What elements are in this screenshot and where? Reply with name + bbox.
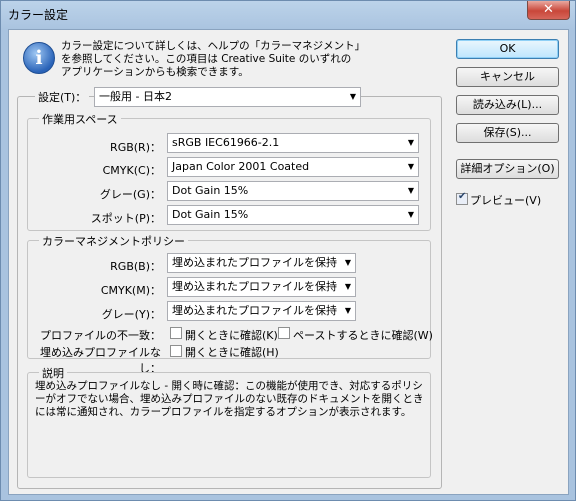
- cmyk-working-select[interactable]: Japan Color 2001 Coated ▼: [167, 157, 419, 177]
- missing-ask-open-label: 開くときに確認(H): [185, 346, 279, 359]
- close-icon: ✕: [543, 2, 554, 17]
- mismatch-ask-paste-label: ペーストするときに確認(W): [293, 329, 433, 342]
- chevron-down-icon: ▼: [344, 306, 351, 315]
- working-spaces-legend: 作業用スペース: [39, 111, 121, 127]
- settings-value: 一般用 - 日本2: [99, 90, 172, 103]
- rgb-policy-value: 埋め込まれたプロファイルを保持: [172, 256, 337, 269]
- chevron-down-icon: ▼: [407, 162, 414, 171]
- spot-working-value: Dot Gain 15%: [172, 208, 249, 221]
- chevron-down-icon: ▼: [407, 138, 414, 147]
- policies-legend: カラーマネジメントポリシー: [39, 233, 188, 249]
- ok-button[interactable]: OK: [456, 39, 559, 59]
- info-icon: i: [23, 42, 55, 74]
- cmyk-policy-select[interactable]: 埋め込まれたプロファイルを保持 ▼: [167, 277, 356, 297]
- load-button[interactable]: 読み込み(L)...: [456, 95, 559, 115]
- preview-checkbox[interactable]: ✔: [456, 191, 468, 205]
- mismatch-ask-open-checkbox[interactable]: [170, 327, 182, 339]
- spot-working-select[interactable]: Dot Gain 15% ▼: [167, 205, 419, 225]
- cmyk-policy-value: 埋め込まれたプロファイルを保持: [172, 280, 337, 293]
- mismatch-label: プロファイルの不一致：: [40, 329, 161, 342]
- info-text: カラー設定について詳しくは、ヘルプの「カラーマネジメント」を参照してください。こ…: [61, 40, 360, 78]
- rgb-working-select[interactable]: sRGB IEC61966-2.1 ▼: [167, 133, 419, 153]
- title-bar[interactable]: カラー設定 ✕: [1, 1, 575, 27]
- save-button[interactable]: 保存(S)...: [456, 123, 559, 143]
- rgb-policy-select[interactable]: 埋め込まれたプロファイルを保持 ▼: [167, 253, 356, 273]
- settings-label: 設定(T)：: [35, 89, 90, 105]
- window-title: カラー設定: [8, 8, 69, 22]
- rgb-policy-label: RGB(B)：: [110, 260, 161, 273]
- gray-working-label: グレー(G)：: [99, 188, 161, 201]
- chevron-down-icon: ▼: [407, 186, 414, 195]
- spot-working-label: スポット(P)：: [90, 212, 161, 225]
- advanced-options-button[interactable]: 詳細オプション(O): [456, 159, 559, 179]
- dialog-window: カラー設定 ✕ i カラー設定について詳しくは、ヘルプの「カラーマネジメント」を…: [0, 0, 576, 501]
- preview-label: プレビュー(V): [470, 194, 542, 207]
- chevron-down-icon: ▼: [349, 92, 356, 101]
- dialog-client-area: i カラー設定について詳しくは、ヘルプの「カラーマネジメント」を参照してください…: [8, 29, 569, 495]
- settings-select[interactable]: 一般用 - 日本2 ▼: [94, 87, 361, 107]
- cmyk-working-value: Japan Color 2001 Coated: [172, 160, 310, 173]
- chevron-down-icon: ▼: [344, 282, 351, 291]
- cancel-button[interactable]: キャンセル: [456, 67, 559, 87]
- rgb-working-label: RGB(R)：: [110, 141, 161, 154]
- gray-working-select[interactable]: Dot Gain 15% ▼: [167, 181, 419, 201]
- rgb-working-value: sRGB IEC61966-2.1: [172, 136, 280, 149]
- gray-working-value: Dot Gain 15%: [172, 184, 249, 197]
- description-legend: 説明: [39, 365, 67, 381]
- gray-policy-value: 埋め込まれたプロファイルを保持: [172, 304, 337, 317]
- chevron-down-icon: ▼: [407, 210, 414, 219]
- close-button[interactable]: ✕: [527, 1, 570, 20]
- checkmark-icon: ✔: [458, 191, 467, 202]
- chevron-down-icon: ▼: [344, 258, 351, 267]
- gray-policy-select[interactable]: 埋め込まれたプロファイルを保持 ▼: [167, 301, 356, 321]
- cmyk-working-label: CMYK(C)：: [102, 164, 161, 177]
- description-text: 埋め込みプロファイルなし - 開く時に確認：この機能が使用でき、対応するポリシー…: [35, 380, 424, 418]
- missing-ask-open-checkbox[interactable]: [170, 345, 182, 357]
- mismatch-ask-paste-checkbox[interactable]: [278, 327, 290, 339]
- gray-policy-label: グレー(Y)：: [101, 308, 161, 321]
- mismatch-ask-open-label: 開くときに確認(K): [185, 329, 278, 342]
- cmyk-policy-label: CMYK(M)：: [100, 284, 161, 297]
